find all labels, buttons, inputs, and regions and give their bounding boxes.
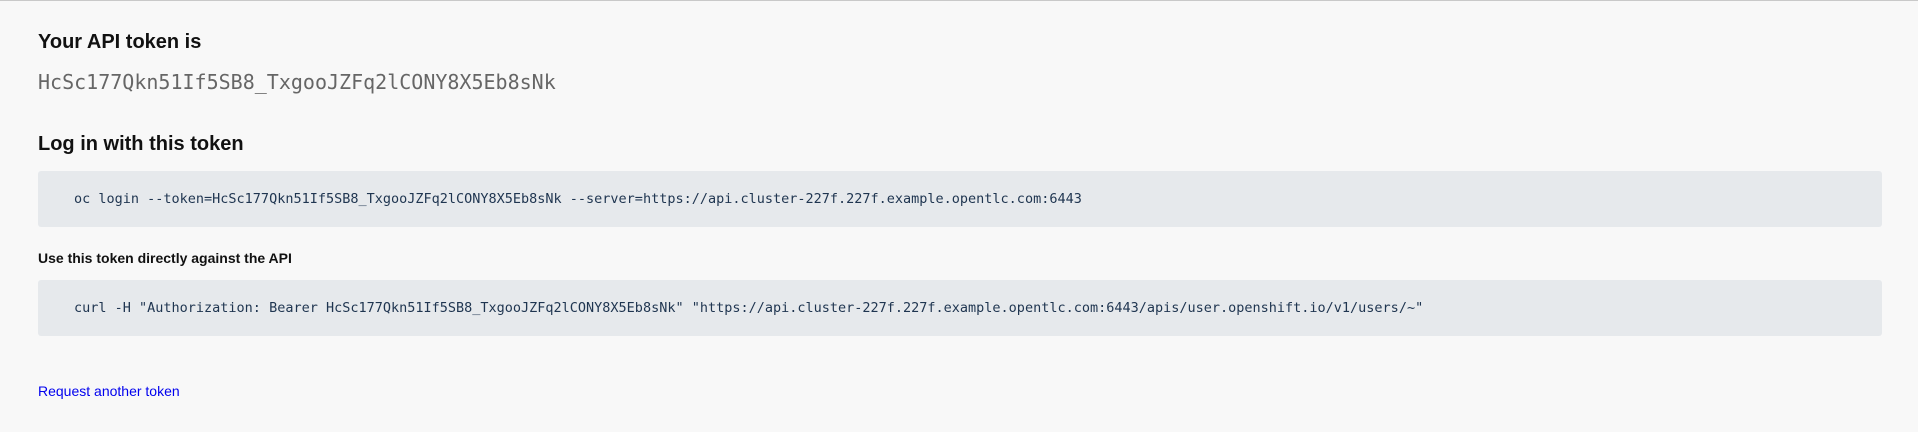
curl-command[interactable]: curl -H "Authorization: Bearer HcSc177Qk… — [74, 300, 1423, 316]
curl-command-box[interactable]: curl -H "Authorization: Bearer HcSc177Qk… — [38, 280, 1882, 336]
oc-login-command-box[interactable]: oc login --token=HcSc177Qkn51If5SB8_Txgo… — [38, 171, 1882, 227]
login-heading: Log in with this token — [38, 133, 244, 155]
oc-login-command[interactable]: oc login --token=HcSc177Qkn51If5SB8_Txgo… — [74, 191, 1082, 207]
request-another-token-link[interactable]: Request another token — [38, 383, 180, 399]
token-heading: Your API token is — [38, 31, 202, 53]
api-token-value[interactable]: HcSc177Qkn51If5SB8_TxgooJZFq2lCONY8X5Eb8… — [38, 70, 556, 94]
api-usage-heading: Use this token directly against the API — [38, 250, 292, 266]
